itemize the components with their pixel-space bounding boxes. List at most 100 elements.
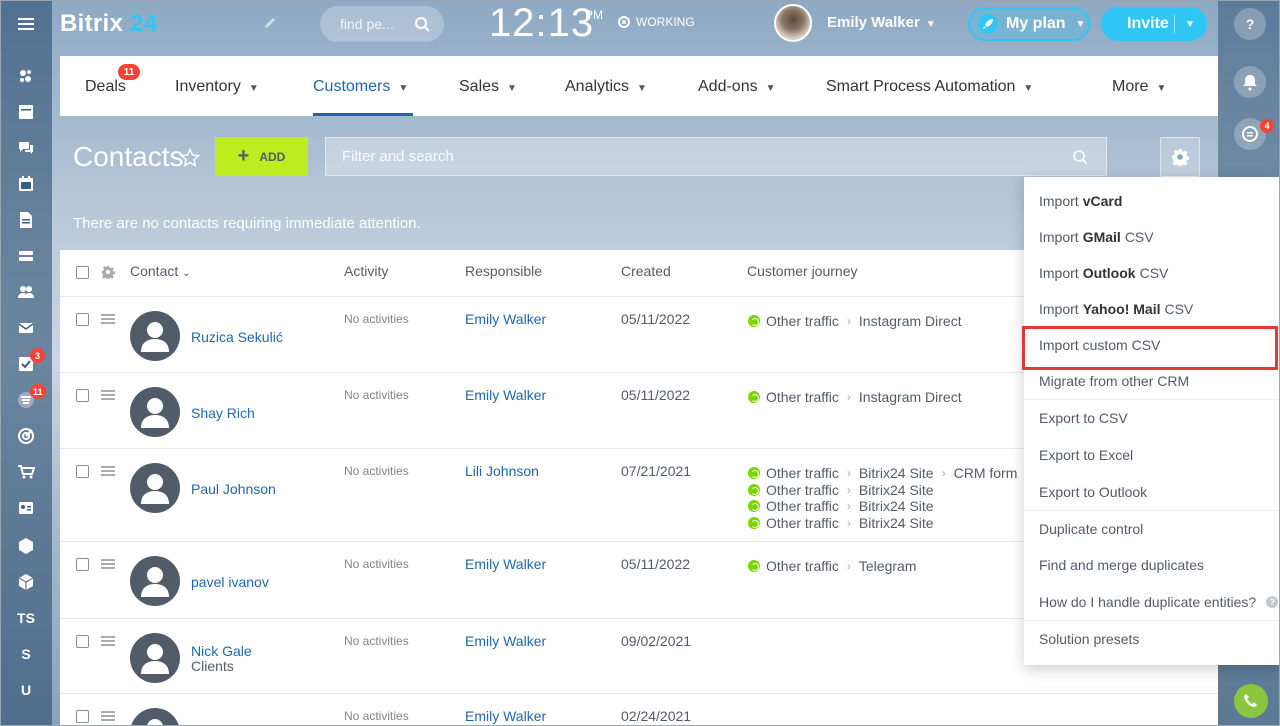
marketing-icon[interactable] xyxy=(0,418,52,454)
tab-inventory[interactable]: Inventory ▼ xyxy=(175,78,259,96)
cube-icon[interactable] xyxy=(0,564,52,600)
documents-icon[interactable] xyxy=(0,202,52,238)
menu-item-import-vcard[interactable]: Import vCard xyxy=(1024,184,1279,218)
filter-search-input[interactable]: Filter and search xyxy=(325,137,1107,176)
responsible-link[interactable]: Lili Johnson xyxy=(465,463,539,479)
my-plan-button[interactable]: My plan ▼ xyxy=(968,7,1090,41)
crm-icon[interactable]: 11 xyxy=(0,382,52,418)
tasks-icon[interactable]: 3 xyxy=(0,346,52,382)
column-contact[interactable]: Contact ⌄ xyxy=(130,263,191,279)
activity-status[interactable]: No activities xyxy=(344,464,409,478)
shop-icon[interactable] xyxy=(0,454,52,490)
journey-step: CRM form xyxy=(953,465,1018,482)
contact-name-link[interactable]: Paul Johnson xyxy=(191,481,276,497)
activity-status[interactable]: No activities xyxy=(344,388,409,402)
menu-item-how-do-i-handle-duplicate-entities[interactable]: How do I handle duplicate entities?? xyxy=(1024,585,1279,619)
avatar xyxy=(130,387,180,437)
contact-name-link[interactable]: Ruzica Sekulić xyxy=(191,329,283,345)
add-button[interactable]: + ADD xyxy=(215,137,308,176)
chat-icon[interactable] xyxy=(0,130,52,166)
responsible-link[interactable]: Emily Walker xyxy=(465,633,546,649)
tab-deals[interactable]: Deals xyxy=(85,78,126,96)
menu-item-import-gmail-csv[interactable]: Import GMail CSV xyxy=(1024,220,1279,254)
pencil-icon[interactable] xyxy=(263,16,277,30)
notifications-icon[interactable] xyxy=(1234,66,1266,98)
menu-item-export-to-outlook[interactable]: Export to Outlook xyxy=(1024,475,1279,509)
user-avatar[interactable] xyxy=(774,4,812,42)
menu-item-find-and-merge-duplicates[interactable]: Find and merge duplicates xyxy=(1024,548,1279,582)
settings-button[interactable] xyxy=(1160,137,1200,177)
responsible-link[interactable]: Emily Walker xyxy=(465,387,546,403)
column-activity[interactable]: Activity xyxy=(344,263,388,279)
tab-customers[interactable]: Customers ▼ xyxy=(313,78,408,96)
feed-icon[interactable] xyxy=(0,94,52,130)
journey-step: Telegram xyxy=(858,558,917,575)
menu-item-import-yahoo-mail-csv[interactable]: Import Yahoo! Mail CSV xyxy=(1024,292,1279,326)
invite-button[interactable]: Invite ▼ xyxy=(1101,7,1207,41)
help-icon[interactable]: ? xyxy=(1234,8,1266,40)
drag-handle-icon[interactable] xyxy=(101,466,115,476)
traffic-source-icon xyxy=(748,391,760,404)
activity-status[interactable]: No activities xyxy=(344,634,409,648)
tab-more[interactable]: More ▼ xyxy=(1112,78,1166,96)
contact-name-link[interactable]: Shay Rich xyxy=(191,405,255,421)
tab-analytics[interactable]: Analytics ▼ xyxy=(565,78,647,96)
sidebar-item-ts[interactable]: TS xyxy=(0,600,52,636)
chevron-down-icon: ▼ xyxy=(925,19,936,30)
clock[interactable]: 12:13 xyxy=(489,1,594,46)
activity-status[interactable]: No activities xyxy=(344,709,409,723)
gear-icon[interactable] xyxy=(101,265,115,279)
user-menu[interactable]: Emily Walker ▼ xyxy=(827,14,936,31)
star-icon[interactable] xyxy=(180,148,200,168)
row-checkbox[interactable] xyxy=(76,313,89,326)
sidebar-item-u[interactable]: U xyxy=(0,672,52,708)
menu-item-export-to-csv[interactable]: Export to CSV xyxy=(1024,401,1279,435)
drag-handle-icon[interactable] xyxy=(101,711,115,721)
menu-item-export-to-excel[interactable]: Export to Excel xyxy=(1024,438,1279,472)
row-checkbox[interactable] xyxy=(76,465,89,478)
row-checkbox[interactable] xyxy=(76,710,89,723)
menu-item-solution-presets[interactable]: Solution presets xyxy=(1024,622,1279,656)
column-customer-journey[interactable]: Customer journey xyxy=(747,263,858,279)
select-all-checkbox[interactable] xyxy=(76,266,89,279)
contact-name-link[interactable]: Nick Gale xyxy=(191,643,252,659)
column-created[interactable]: Created xyxy=(621,263,671,279)
drag-handle-icon[interactable] xyxy=(101,390,115,400)
chevron-right-icon: › xyxy=(846,390,851,405)
activity-status[interactable]: No activities xyxy=(344,312,409,326)
employees-icon[interactable] xyxy=(0,274,52,310)
responsible-link[interactable]: Emily Walker xyxy=(465,708,546,724)
menu-item-duplicate-control[interactable]: Duplicate control xyxy=(1024,512,1279,546)
table-row[interactable]: Harry RaeNo activitiesEmily Walker02/24/… xyxy=(60,694,1218,726)
box-icon[interactable] xyxy=(0,528,52,564)
help-icon[interactable]: ? xyxy=(1266,596,1279,608)
bitrix-logo[interactable]: Bitrix 24 xyxy=(60,10,157,38)
work-status[interactable]: WORKING xyxy=(618,15,695,29)
drag-handle-icon[interactable] xyxy=(101,559,115,569)
drag-handle-icon[interactable] xyxy=(101,314,115,324)
menu-item-import-outlook-csv[interactable]: Import Outlook CSV xyxy=(1024,256,1279,290)
mail-icon[interactable] xyxy=(0,310,52,346)
row-checkbox[interactable] xyxy=(76,389,89,402)
global-search-input[interactable]: find pe... xyxy=(320,6,444,42)
tab-sales[interactable]: Sales ▼ xyxy=(459,78,517,96)
tab-add-ons[interactable]: Add-ons ▼ xyxy=(698,78,776,96)
menu-icon[interactable] xyxy=(0,6,52,42)
row-checkbox[interactable] xyxy=(76,558,89,571)
responsible-link[interactable]: Emily Walker xyxy=(465,556,546,572)
column-responsible[interactable]: Responsible xyxy=(465,263,542,279)
sidebar-item-s[interactable]: S xyxy=(0,636,52,672)
calendar-icon[interactable] xyxy=(0,166,52,202)
responsible-link[interactable]: Emily Walker xyxy=(465,311,546,327)
activity-stream-icon[interactable] xyxy=(0,58,52,94)
tab-smart-process-automation[interactable]: Smart Process Automation ▼ xyxy=(826,78,1033,96)
phone-icon[interactable] xyxy=(1234,684,1268,718)
journey-line: Other traffic › Telegram xyxy=(748,558,916,575)
row-checkbox[interactable] xyxy=(76,635,89,648)
contact-center-icon[interactable] xyxy=(0,490,52,526)
activity-status[interactable]: No activities xyxy=(344,557,409,571)
clock-suffix: PM xyxy=(585,8,603,22)
contact-name-link[interactable]: pavel ivanov xyxy=(191,574,269,590)
drive-icon[interactable] xyxy=(0,238,52,274)
drag-handle-icon[interactable] xyxy=(101,636,115,646)
